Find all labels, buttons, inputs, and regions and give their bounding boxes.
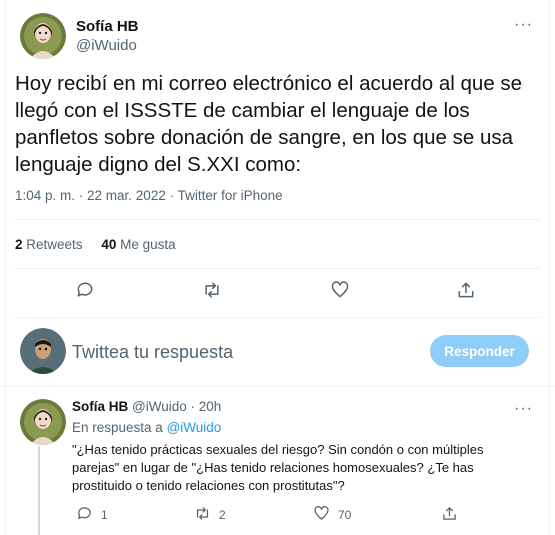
divider	[15, 219, 540, 220]
reply-like-action[interactable]: 70	[313, 505, 351, 525]
likes-count: 40	[101, 237, 117, 252]
author-avatar[interactable]	[20, 13, 66, 59]
reply-button[interactable]: Responder	[430, 335, 529, 367]
tweet-text: Hoy recibí en mi correo electrónico el a…	[15, 72, 523, 176]
reply-reply-action[interactable]: 1	[76, 505, 108, 525]
reply-time[interactable]: · 20h	[191, 399, 222, 414]
reply-to-link[interactable]: @iWuido	[167, 420, 222, 435]
like-icon	[313, 505, 330, 525]
share-icon	[441, 505, 458, 525]
tweet-meta[interactable]: 1:04 p. m. · 22 mar. 2022 · Twitter for …	[15, 188, 283, 203]
author-name[interactable]: Sofía HB	[76, 18, 139, 35]
reply-input[interactable]: Twittea tu respuesta	[72, 342, 233, 363]
share-icon[interactable]	[456, 280, 478, 302]
author-handle[interactable]: @iWuido	[76, 37, 137, 54]
reply-more-options-icon[interactable]: ···	[514, 400, 533, 418]
reply-context: En respuesta a @iWuido	[72, 420, 221, 435]
reply-retweet-action[interactable]: 2	[194, 505, 226, 525]
reply-prefix: En respuesta a	[72, 420, 163, 435]
reply-icon[interactable]	[75, 280, 97, 302]
reply-header: Sofía HB @iWuido · 20h	[72, 399, 221, 414]
reply-text: "¿Has tenido prácticas sexuales del ries…	[72, 442, 484, 493]
divider	[0, 386, 555, 387]
thread-line	[38, 446, 40, 535]
retweets-label: Retweets	[26, 237, 83, 252]
retweets-stat[interactable]: 2 Retweets	[15, 237, 83, 252]
retweet-icon[interactable]	[202, 280, 224, 302]
likes-label: Me gusta	[120, 237, 176, 252]
user-avatar[interactable]	[20, 328, 66, 374]
reply-author-avatar[interactable]	[20, 399, 66, 445]
reply-author-handle[interactable]: @iWuido	[132, 399, 187, 414]
likes-stat[interactable]: 40 Me gusta	[101, 237, 175, 252]
tweet-stats: 2 Retweets 40 Me gusta	[15, 237, 176, 252]
reply-icon	[76, 505, 93, 525]
more-options-icon[interactable]: ···	[514, 16, 533, 34]
divider	[15, 268, 540, 269]
retweets-count: 2	[15, 237, 23, 252]
like-icon[interactable]	[330, 280, 352, 302]
reply-author-name[interactable]: Sofía HB	[72, 399, 128, 414]
reply-share-action[interactable]	[441, 505, 458, 525]
replies-count: 1	[101, 508, 108, 522]
reply-likes-count: 70	[338, 508, 352, 522]
reply-retweets-count: 2	[219, 508, 226, 522]
divider	[15, 317, 540, 318]
retweet-icon	[194, 505, 211, 525]
